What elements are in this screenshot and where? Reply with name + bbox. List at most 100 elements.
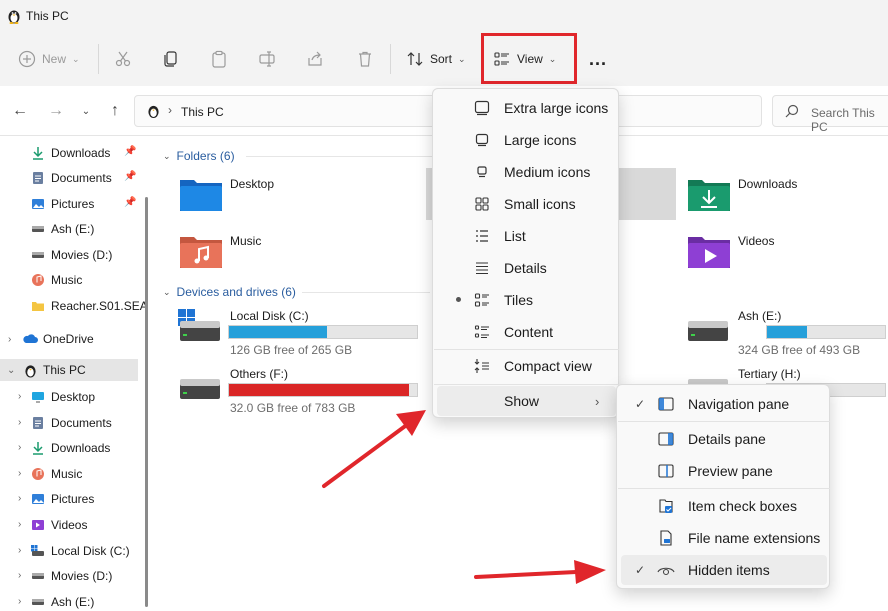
eye-icon xyxy=(657,561,675,579)
chevron-right-icon[interactable]: › xyxy=(18,417,28,428)
menu-item-list[interactable]: List xyxy=(437,221,616,251)
drive-icon xyxy=(30,568,46,584)
sidebar-item-this-pc[interactable]: This PC xyxy=(22,359,150,381)
sidebar-item-reacher[interactable]: Reacher.S01.SEA xyxy=(30,295,150,317)
recent-chevron-icon[interactable]: ⌄ xyxy=(76,101,96,121)
windows-drive-icon xyxy=(178,309,220,341)
sidebar-item-desktop[interactable]: Desktop xyxy=(30,386,150,408)
folder-name: Videos xyxy=(738,234,775,248)
sidebar-item-movies-d[interactable]: Movies (D:) xyxy=(30,565,150,587)
folder-tile-videos[interactable]: Videos xyxy=(688,234,774,271)
clipboard-icon xyxy=(212,50,226,68)
check-boxes-icon xyxy=(657,497,675,515)
drive-free-space: 126 GB free of 265 GB xyxy=(230,343,353,357)
chevron-right-icon[interactable]: › xyxy=(18,596,28,607)
sidebar-scrollbar[interactable] xyxy=(145,197,148,607)
menu-item-file-name-extensions[interactable]: File name extensions xyxy=(621,523,827,553)
cut-button[interactable] xyxy=(114,32,132,86)
sidebar-item-label: Pictures xyxy=(51,492,95,507)
downloads-folder-icon xyxy=(688,180,730,211)
sidebar-item-music[interactable]: Music xyxy=(30,269,150,291)
chevron-right-icon[interactable]: › xyxy=(8,334,18,345)
sidebar-item-downloads[interactable]: Downloads xyxy=(30,142,150,164)
pictures-icon xyxy=(30,196,46,212)
menu-item-details-pane[interactable]: Details pane xyxy=(621,424,827,454)
menu-item-hidden-items[interactable]: ✓ Hidden items xyxy=(621,555,827,585)
menu-item-details[interactable]: Details xyxy=(437,253,616,283)
chevron-right-icon[interactable]: › xyxy=(18,545,28,556)
menu-item-preview-pane[interactable]: Preview pane xyxy=(621,456,827,486)
back-arrow-icon[interactable]: ← xyxy=(10,101,30,121)
search-input[interactable]: Search This PC xyxy=(772,95,888,134)
sort-button[interactable]: Sort ⌄ xyxy=(406,32,466,86)
sidebar-item-pictures[interactable]: Pictures xyxy=(30,488,150,510)
sidebar-item-ash-e[interactable]: Ash (E:) xyxy=(30,591,150,611)
sort-button-label: Sort xyxy=(430,52,453,66)
menu-item-extra-large-icons[interactable]: Extra large icons xyxy=(437,93,616,123)
drive-free-space: 324 GB free of 493 GB xyxy=(738,343,861,357)
menu-item-show[interactable]: Show › xyxy=(437,386,616,416)
menu-item-medium-icons[interactable]: Medium icons xyxy=(437,157,616,187)
menu-item-navigation-pane[interactable]: ✓ Navigation pane xyxy=(621,389,827,419)
sidebar-item-music[interactable]: Music xyxy=(30,463,150,485)
sidebar-item-ash-e[interactable]: Ash (E:) xyxy=(30,218,150,240)
sidebar-item-videos[interactable]: Videos xyxy=(30,514,150,536)
chevron-right-icon[interactable]: › xyxy=(18,493,28,504)
menu-item-large-icons[interactable]: Large icons xyxy=(437,125,616,155)
sidebar-item-documents[interactable]: Documents xyxy=(30,167,150,189)
chevron-down-icon[interactable]: ⌄ xyxy=(7,365,17,376)
menu-item-item-check-boxes[interactable]: Item check boxes xyxy=(621,491,827,521)
folder-tile-desktop[interactable]: Desktop xyxy=(180,177,274,214)
compact-view-icon xyxy=(473,357,491,375)
sidebar-item-local-disk-c[interactable]: Local Disk (C:) xyxy=(30,540,150,562)
menu-item-content[interactable]: Content xyxy=(437,317,616,347)
sidebar-item-movies-d[interactable]: Movies (D:) xyxy=(30,244,150,266)
sidebar-item-label: Ash (E:) xyxy=(51,222,95,236)
chevron-right-icon[interactable]: › xyxy=(18,519,28,530)
drive-icon xyxy=(30,594,46,610)
sidebar-item-pictures[interactable]: Pictures xyxy=(30,193,150,215)
divider xyxy=(390,44,391,74)
sidebar-item-label: Music xyxy=(51,466,83,481)
sidebar-item-downloads[interactable]: Downloads xyxy=(30,437,150,459)
menu-item-tiles[interactable]: Tiles xyxy=(437,285,616,315)
folder-tile-downloads[interactable]: Downloads xyxy=(688,177,797,214)
trash-icon xyxy=(359,51,371,67)
chevron-down-icon: ⌄ xyxy=(72,53,80,64)
drive-tile-c[interactable] xyxy=(178,309,222,348)
menu-item-label: Large icons xyxy=(504,132,577,148)
sidebar-item-onedrive[interactable]: OneDrive xyxy=(22,328,150,350)
sidebar-item-documents[interactable]: Documents xyxy=(30,412,150,434)
menu-item-compact-view[interactable]: Compact view xyxy=(437,351,616,381)
menu-item-label: Medium icons xyxy=(504,164,591,180)
details-pane-icon xyxy=(657,430,675,448)
chevron-down-icon: ⌄ xyxy=(163,150,171,161)
drives-group-header[interactable]: ⌄ Devices and drives (6) xyxy=(163,285,296,299)
menu-item-label: Preview pane xyxy=(688,463,773,479)
chevron-right-icon[interactable]: › xyxy=(18,442,28,453)
folder-tile-music[interactable]: Music xyxy=(180,234,261,271)
menu-item-small-icons[interactable]: Small icons xyxy=(437,189,616,219)
new-button[interactable]: New ⌄ xyxy=(18,32,80,86)
chevron-right-icon[interactable]: › xyxy=(18,391,28,402)
this-pc-icon xyxy=(148,105,159,118)
download-icon xyxy=(30,440,46,456)
music-icon xyxy=(30,272,46,288)
up-arrow-icon[interactable]: ↑ xyxy=(105,101,125,121)
copy-button[interactable] xyxy=(162,32,180,86)
paste-button[interactable] xyxy=(210,32,228,86)
medium-icons-icon xyxy=(473,163,491,181)
menu-item-label: Navigation pane xyxy=(688,396,790,412)
preview-pane-icon xyxy=(657,462,675,480)
see-more-button[interactable]: ... xyxy=(589,32,607,86)
drive-tile-e[interactable] xyxy=(686,309,730,348)
share-button[interactable] xyxy=(306,32,324,86)
drive-tile-f[interactable] xyxy=(178,367,222,406)
delete-button[interactable] xyxy=(356,32,374,86)
chevron-right-icon[interactable]: › xyxy=(18,468,28,479)
rename-button[interactable] xyxy=(258,32,276,86)
forward-arrow-icon[interactable]: → xyxy=(46,101,66,121)
checkmark-icon: ✓ xyxy=(635,563,646,577)
folders-group-header[interactable]: ⌄ Folders (6) xyxy=(163,149,235,163)
chevron-right-icon[interactable]: › xyxy=(18,570,28,581)
